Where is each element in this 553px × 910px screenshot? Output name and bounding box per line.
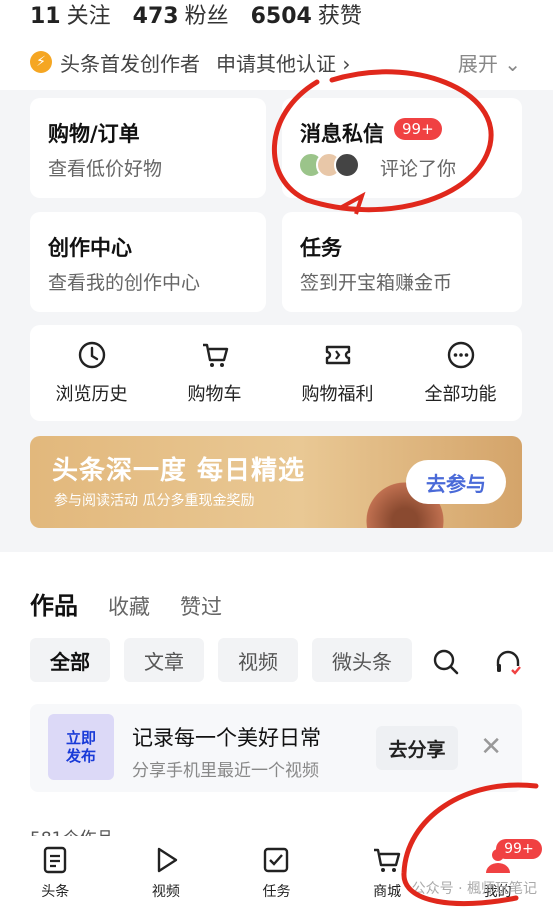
apply-cert-link[interactable]: 申请其他认证 › bbox=[216, 48, 350, 77]
shop-order-sub: 查看低价好物 bbox=[48, 158, 163, 180]
tab-news[interactable]: 头条 bbox=[15, 845, 95, 901]
likes-count: 6504 bbox=[250, 4, 312, 29]
me-badge: 99+ bbox=[496, 839, 542, 859]
search-icon[interactable] bbox=[432, 648, 460, 676]
certification-row: ⚡ 头条首发创作者 申请其他认证 › 展开 ⌄ bbox=[0, 34, 553, 90]
headset-icon[interactable] bbox=[494, 648, 522, 676]
tab-task-label: 任务 bbox=[262, 884, 291, 900]
publish-now-text: 立即 发布 bbox=[65, 729, 96, 765]
more-icon bbox=[447, 341, 474, 369]
messages-sub: 评论了你 bbox=[380, 158, 457, 180]
cart-label: 购物车 bbox=[187, 384, 242, 405]
tab-news-label: 头条 bbox=[41, 884, 70, 900]
banner-subtitle: 参与阅读活动 瓜分多重现金奖励 bbox=[54, 493, 255, 509]
history-label: 浏览历史 bbox=[55, 384, 128, 405]
publish-prompt: 立即 发布 记录每一个美好日常 分享手机里最近一个视频 去分享 ✕ bbox=[30, 704, 522, 792]
avatar bbox=[334, 152, 360, 178]
promo-banner[interactable]: 头条深一度 每日精选 参与阅读活动 瓜分多重现金奖励 去参与 bbox=[30, 436, 522, 528]
messages-card[interactable]: 消息私信 99+ 评论了你 bbox=[282, 98, 522, 198]
join-button[interactable]: 去参与 bbox=[406, 460, 506, 504]
creator-center-card[interactable]: 创作中心 查看我的创作中心 bbox=[30, 212, 266, 312]
cart-button[interactable]: 购物车 bbox=[160, 340, 270, 406]
avatar-stack bbox=[298, 152, 360, 178]
likes-label: 获赞 bbox=[317, 4, 362, 29]
works-section: 作品 收藏 赞过 全部 文章 视频 微头条 立即 发布 记录每一个美好日常 分享… bbox=[0, 552, 553, 849]
cert-label: 头条首发创作者 bbox=[60, 51, 200, 76]
tab-video-label: 视频 bbox=[151, 884, 180, 900]
news-icon bbox=[44, 846, 67, 874]
close-icon[interactable]: ✕ bbox=[480, 732, 502, 762]
share-button[interactable]: 去分享 bbox=[376, 726, 458, 770]
task-title: 任务 bbox=[300, 236, 342, 260]
all-functions-label: 全部功能 bbox=[424, 384, 497, 405]
all-functions-button[interactable]: 全部功能 bbox=[406, 340, 516, 406]
filter-videos[interactable]: 视频 bbox=[218, 638, 298, 682]
publish-now-image: 立即 发布 bbox=[48, 714, 114, 780]
followers-count: 473 bbox=[132, 4, 179, 29]
filter-all[interactable]: 全部 bbox=[30, 638, 110, 682]
messages-badge: 99+ bbox=[394, 118, 442, 140]
history-button[interactable]: 浏览历史 bbox=[37, 340, 147, 406]
following-stat[interactable]: 11 关注 bbox=[30, 0, 111, 30]
tab-task[interactable]: 任务 bbox=[236, 845, 316, 901]
bottom-tab-bar: 头条 视频 任务 商城 我的 99+ bbox=[0, 836, 553, 910]
tab-liked[interactable]: 赞过 bbox=[180, 591, 222, 621]
works-tabs: 作品 收藏 赞过 bbox=[30, 586, 222, 621]
tab-mall-label: 商城 bbox=[373, 884, 402, 900]
watermark: 公众号 · 楓师玩笔记 bbox=[411, 881, 537, 897]
tab-video[interactable]: 视频 bbox=[126, 845, 206, 901]
shop-order-title: 购物/订单 bbox=[48, 122, 140, 146]
publish-subtitle: 分享手机里最近一个视频 bbox=[132, 761, 319, 781]
following-count: 11 bbox=[30, 4, 61, 29]
creator-center-title: 创作中心 bbox=[48, 236, 132, 260]
banner-title: 头条深一度 每日精选 bbox=[52, 456, 306, 486]
bolt-icon: ⚡ bbox=[30, 51, 52, 73]
shop-order-card[interactable]: 购物/订单 查看低价好物 bbox=[30, 98, 266, 198]
profile-stats: 11 关注 473 粉丝 6504 获赞 bbox=[0, 0, 553, 34]
cart-icon bbox=[374, 848, 401, 872]
clock-icon bbox=[78, 341, 105, 369]
publish-title: 记录每一个美好日常 bbox=[132, 726, 321, 750]
cart-icon bbox=[202, 343, 228, 367]
benefits-label: 购物福利 bbox=[301, 384, 374, 405]
filter-micro[interactable]: 微头条 bbox=[312, 638, 412, 682]
messages-title: 消息私信 bbox=[300, 122, 384, 146]
task-sub: 签到开宝箱赚金币 bbox=[300, 272, 453, 294]
coupon-icon bbox=[325, 345, 350, 365]
task-card[interactable]: 任务 签到开宝箱赚金币 bbox=[282, 212, 522, 312]
followers-stat[interactable]: 473 粉丝 bbox=[133, 0, 229, 30]
expand-button[interactable]: 展开 ⌄ bbox=[458, 48, 521, 77]
tab-favorites[interactable]: 收藏 bbox=[108, 591, 150, 621]
quick-actions: 浏览历史 购物车 购物福利 全部功能 bbox=[30, 325, 522, 421]
likes-stat[interactable]: 6504 获赞 bbox=[251, 0, 362, 30]
following-label: 关注 bbox=[66, 4, 111, 29]
task-icon bbox=[264, 847, 289, 873]
benefits-button[interactable]: 购物福利 bbox=[283, 340, 393, 406]
creator-center-sub: 查看我的创作中心 bbox=[48, 272, 201, 294]
filter-articles[interactable]: 文章 bbox=[124, 638, 204, 682]
filter-chips: 全部 文章 视频 微头条 bbox=[30, 638, 412, 682]
tab-works[interactable]: 作品 bbox=[30, 586, 78, 621]
followers-label: 粉丝 bbox=[184, 4, 229, 29]
play-icon bbox=[157, 847, 178, 873]
